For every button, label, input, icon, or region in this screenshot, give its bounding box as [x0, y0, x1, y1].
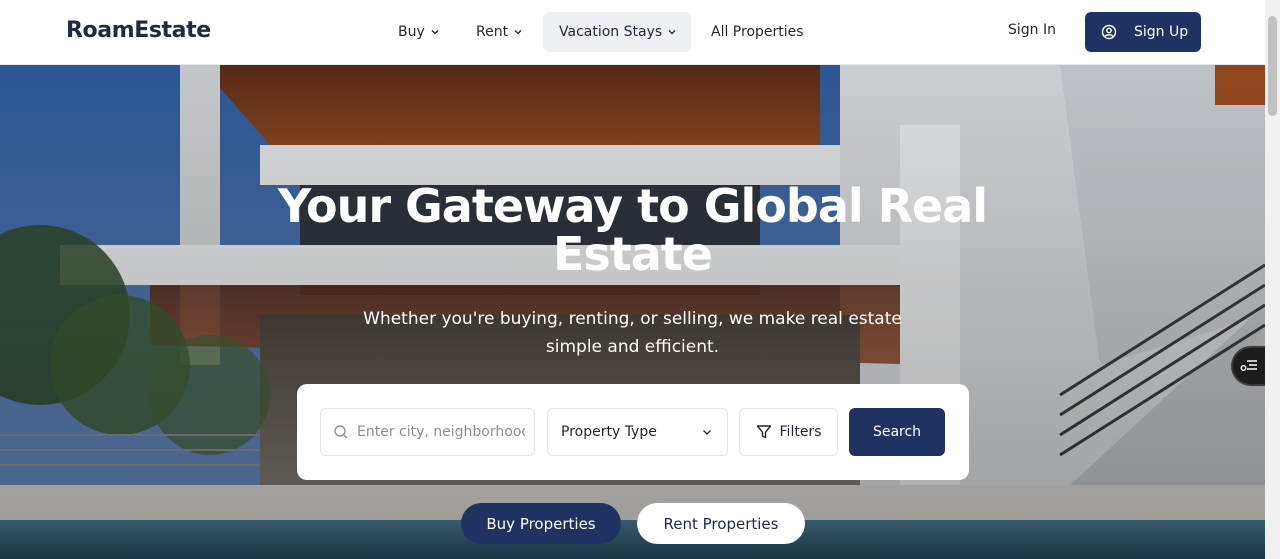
search-panel: Property Type Filters Search [297, 384, 969, 480]
page-scrollbar[interactable] [1265, 0, 1280, 559]
nav-vacation-stays[interactable]: Vacation Stays [543, 12, 691, 52]
filters-button[interactable]: Filters [739, 408, 838, 456]
hero-title-line1: Your Gateway to Global Real [277, 179, 988, 233]
nav-vacation-label: Vacation Stays [559, 24, 663, 40]
user-circle-icon [1101, 24, 1117, 40]
accessibility-menu-icon [1240, 360, 1257, 371]
property-type-label: Property Type [561, 424, 657, 440]
hero-subtitle: Whether you're buying, renting, or selli… [363, 309, 902, 357]
rent-properties-button[interactable]: Rent Properties [637, 503, 805, 544]
sign-up-label: Sign Up [1134, 24, 1189, 40]
sign-in-link[interactable]: Sign In [1008, 22, 1056, 38]
accessibility-widget-button[interactable] [1231, 346, 1265, 386]
property-type-select[interactable]: Property Type [547, 408, 728, 456]
search-button[interactable]: Search [849, 408, 945, 456]
nav-all-properties[interactable]: All Properties [711, 12, 804, 52]
nav-rent[interactable]: Rent [476, 12, 523, 52]
nav-buy-label: Buy [398, 24, 425, 40]
sign-up-button[interactable]: Sign Up [1085, 12, 1201, 52]
location-search-input[interactable] [357, 424, 525, 440]
hero-title-line2: Estate [552, 227, 713, 281]
buy-properties-button[interactable]: Buy Properties [461, 503, 621, 544]
location-search-field[interactable] [320, 408, 535, 456]
chevron-down-icon [703, 430, 711, 435]
search-icon [334, 425, 348, 439]
filter-icon [756, 425, 771, 439]
nav-buy[interactable]: Buy [398, 12, 440, 52]
site-header: RoamEstate Buy Rent Vacation Stays All P… [0, 0, 1265, 65]
brand-logo[interactable]: RoamEstate [66, 18, 211, 43]
hero-title: Your Gateway to Global Real Estate [0, 182, 1265, 278]
nav-rent-label: Rent [476, 24, 509, 40]
chevron-down-icon [431, 30, 439, 35]
chevron-down-icon [668, 30, 676, 35]
scrollbar-thumb[interactable] [1268, 16, 1277, 116]
hero-section: Your Gateway to Global Real Estate Wheth… [0, 65, 1265, 559]
nav-all-label: All Properties [711, 24, 804, 40]
filters-label: Filters [779, 424, 822, 440]
chevron-down-icon [514, 30, 522, 35]
